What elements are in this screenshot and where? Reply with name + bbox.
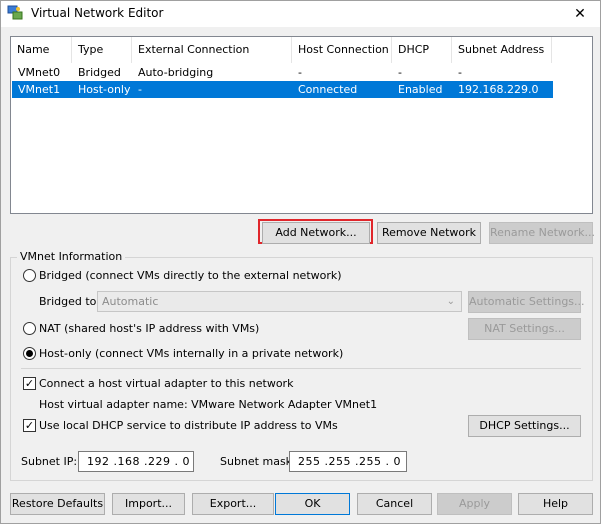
dhcp-checkbox[interactable]: ✓: [23, 419, 36, 432]
column-header-type[interactable]: Type: [72, 37, 132, 63]
subnet-ip-field[interactable]: 192 .168 .229 . 0: [78, 451, 194, 472]
apply-button[interactable]: Apply: [437, 493, 512, 515]
nat-label[interactable]: NAT (shared host's IP address with VMs): [39, 322, 259, 335]
restore-defaults-button[interactable]: Restore Defaults: [10, 493, 105, 515]
dhcp-settings-button[interactable]: DHCP Settings...: [468, 415, 581, 437]
ok-button[interactable]: OK: [275, 493, 350, 515]
cell-dhcp: Enabled: [398, 83, 443, 96]
column-header-name[interactable]: Name: [11, 37, 72, 63]
close-icon[interactable]: ✕: [560, 1, 600, 27]
cell-host-connection: -: [298, 66, 302, 79]
connect-adapter-label[interactable]: Connect a host virtual adapter to this n…: [39, 377, 293, 390]
connect-adapter-checkbox[interactable]: ✓: [23, 377, 36, 390]
dhcp-label[interactable]: Use local DHCP service to distribute IP …: [39, 419, 338, 432]
network-list[interactable]: Name Type External Connection Host Conne…: [10, 36, 593, 214]
column-header-external-connection[interactable]: External Connection: [132, 37, 292, 63]
bridged-to-select[interactable]: Automatic ⌄: [97, 291, 462, 312]
column-header-dhcp[interactable]: DHCP: [392, 37, 452, 63]
nat-settings-button[interactable]: NAT Settings...: [468, 318, 581, 340]
subnet-mask-field[interactable]: 255 .255 .255 . 0: [289, 451, 407, 472]
add-network-button[interactable]: Add Network...: [262, 222, 370, 244]
virtual-network-editor-window: Virtual Network Editor ✕ Name Type Exter…: [0, 0, 601, 524]
cell-type: Host-only: [78, 83, 131, 96]
automatic-settings-button[interactable]: Automatic Settings...: [468, 291, 585, 313]
export-button[interactable]: Export...: [192, 493, 274, 515]
hostonly-label[interactable]: Host-only (connect VMs internally in a p…: [39, 347, 343, 360]
chevron-down-icon: ⌄: [446, 296, 455, 307]
remove-network-button[interactable]: Remove Network: [377, 222, 481, 244]
bridged-label[interactable]: Bridged (connect VMs directly to the ext…: [39, 269, 342, 282]
subnet-ip-label: Subnet IP:: [21, 455, 78, 468]
cell-name: VMnet1: [18, 83, 61, 96]
cell-type: Bridged: [78, 66, 121, 79]
column-header-subnet-address[interactable]: Subnet Address: [452, 37, 552, 63]
cell-external-connection: -: [138, 83, 142, 96]
table-row-selected[interactable]: VMnet1 Host-only - Connected Enabled 192…: [12, 81, 553, 98]
hostonly-radio[interactable]: [23, 347, 36, 360]
import-button[interactable]: Import...: [112, 493, 185, 515]
cell-dhcp: -: [398, 66, 402, 79]
cell-subnet-address: -: [458, 66, 462, 79]
nat-radio[interactable]: [23, 322, 36, 335]
table-row[interactable]: VMnet0 Bridged Auto-bridging - - -: [12, 64, 553, 81]
column-header-host-connection[interactable]: Host Connection: [292, 37, 392, 63]
bridged-radio[interactable]: [23, 269, 36, 282]
cancel-button[interactable]: Cancel: [357, 493, 432, 515]
cell-external-connection: Auto-bridging: [138, 66, 214, 79]
cell-name: VMnet0: [18, 66, 61, 79]
bridged-to-value: Automatic: [102, 295, 159, 308]
window-title: Virtual Network Editor: [31, 6, 164, 20]
vmnet-information-label: VMnet Information: [17, 250, 126, 263]
subnet-mask-label: Subnet mask:: [220, 455, 296, 468]
help-button[interactable]: Help: [518, 493, 593, 515]
bridged-to-label: Bridged to:: [39, 295, 101, 308]
cell-subnet-address: 192.168.229.0: [458, 83, 539, 96]
adapter-name-label: Host virtual adapter name: VMware Networ…: [39, 398, 378, 411]
title-bar: Virtual Network Editor ✕: [1, 1, 600, 27]
cell-host-connection: Connected: [298, 83, 358, 96]
network-editor-icon: [7, 5, 23, 20]
rename-network-button[interactable]: Rename Network...: [489, 222, 595, 244]
divider: [21, 368, 581, 369]
